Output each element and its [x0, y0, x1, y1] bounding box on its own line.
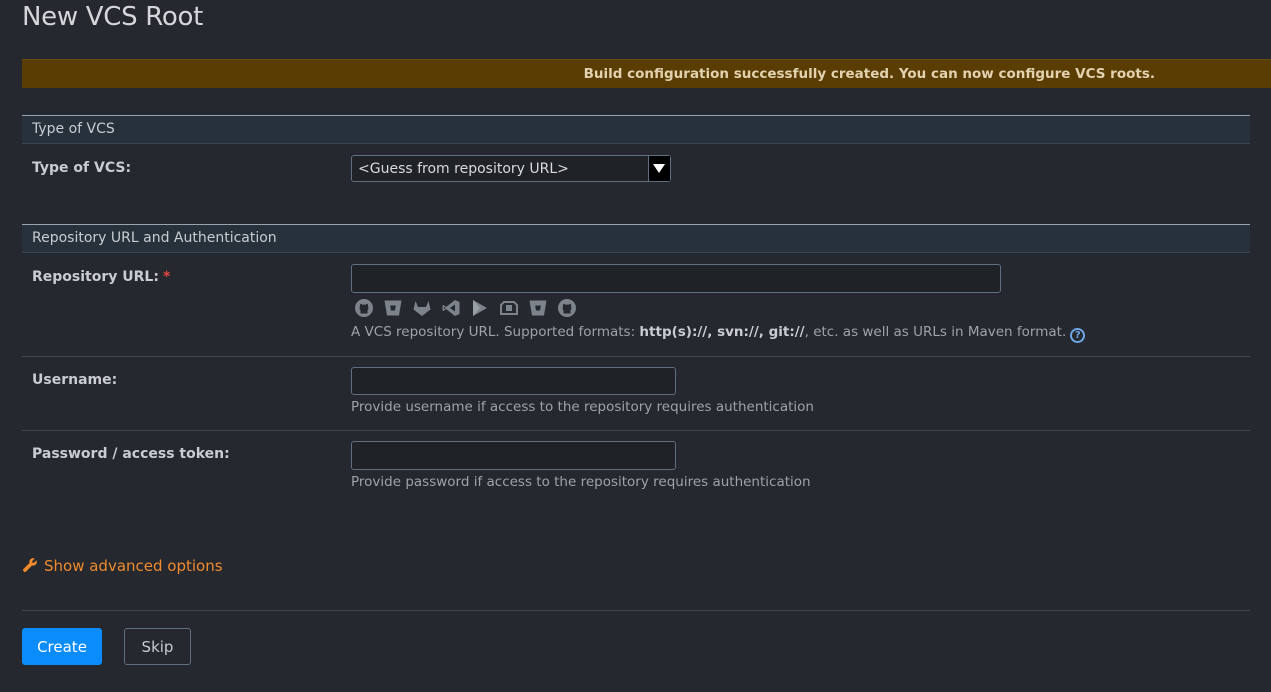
row-divider [22, 430, 1250, 431]
password-label: Password / access token: [32, 446, 230, 462]
jetbrains-space-icon[interactable] [470, 298, 490, 318]
azure-devops-icon[interactable] [441, 298, 461, 318]
username-input[interactable] [351, 367, 676, 395]
show-advanced-options-link[interactable]: Show advanced options [22, 557, 223, 575]
show-advanced-options-label: Show advanced options [44, 557, 223, 575]
section-header-repository-auth: Repository URL and Authentication [22, 224, 1250, 253]
new-vcs-root-page: New VCS Root Build configuration success… [0, 0, 1271, 692]
repository-url-label-text: Repository URL: [32, 269, 159, 285]
section-title: Repository URL and Authentication [32, 230, 277, 246]
type-of-vcs-label: Type of VCS: [32, 160, 132, 176]
create-button[interactable]: Create [22, 628, 102, 665]
section-header-type-of-vcs: Type of VCS [22, 115, 1250, 144]
repository-url-input[interactable] [351, 264, 1001, 293]
repository-url-label: Repository URL: * [32, 269, 170, 285]
section-title: Type of VCS [32, 121, 115, 137]
bitbucket-server-icon[interactable] [528, 298, 548, 318]
required-marker: * [162, 269, 171, 285]
page-title: New VCS Root [22, 2, 203, 32]
actions-divider [22, 610, 1250, 611]
password-input[interactable] [351, 441, 676, 470]
username-hint: Provide username if access to the reposi… [351, 399, 814, 415]
success-banner: Build configuration successfully created… [22, 59, 1271, 88]
type-of-vcs-selected-value: <Guess from repository URL> [358, 161, 569, 177]
gitlab-icon[interactable] [412, 298, 432, 318]
help-icon[interactable]: ? [1070, 328, 1086, 343]
dropdown-arrow-icon[interactable] [648, 156, 670, 181]
hint-text-suffix: , etc. as well as URLs in Maven format. [804, 324, 1067, 340]
bitbucket-icon[interactable] [383, 298, 403, 318]
github-icon[interactable] [354, 298, 374, 318]
password-hint: Provide password if access to the reposi… [351, 474, 811, 490]
supported-formats: http(s)://, svn://, git:// [639, 324, 805, 340]
hint-text: A VCS repository URL. Supported formats: [351, 324, 640, 340]
row-divider [22, 356, 1250, 357]
perforce-icon[interactable] [499, 298, 519, 318]
repository-url-hint: A VCS repository URL. Supported formats:… [351, 324, 1086, 343]
github-enterprise-icon[interactable] [557, 298, 577, 318]
success-banner-text: Build configuration successfully created… [583, 66, 1155, 82]
skip-button[interactable]: Skip [124, 628, 191, 665]
type-of-vcs-select[interactable]: <Guess from repository URL> [351, 155, 671, 182]
username-label: Username: [32, 372, 118, 388]
wrench-icon [22, 558, 37, 573]
